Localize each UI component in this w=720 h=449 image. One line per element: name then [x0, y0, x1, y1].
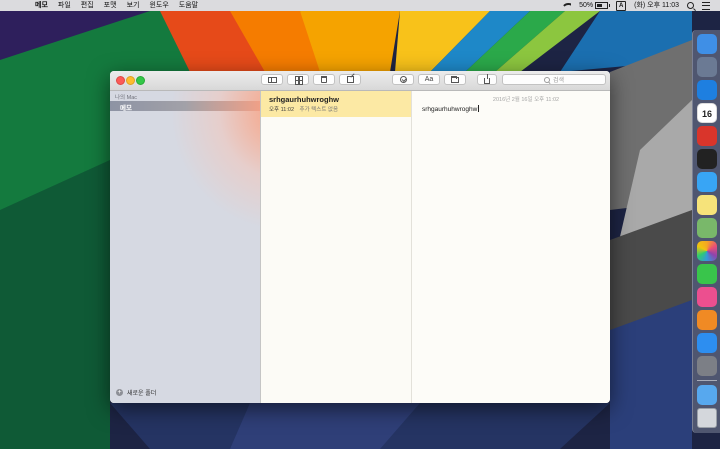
menu-window[interactable]: 윈도우 — [144, 0, 173, 11]
wifi-icon[interactable] — [558, 2, 575, 9]
dock-separator — [697, 380, 717, 381]
window-toolbar: Aa 검색 — [110, 71, 610, 91]
font-format-icon: Aa — [424, 76, 434, 83]
battery-percent: 50% — [579, 2, 594, 9]
share-button[interactable] — [477, 73, 497, 85]
sidebar-item-notes-folder[interactable]: 메모 — [110, 101, 260, 112]
menu-app-notes[interactable]: 메모 — [30, 0, 53, 11]
sidebar-item-label: 메모 — [120, 105, 132, 112]
dock-calendar-icon[interactable]: 16 — [697, 103, 717, 123]
dock-maps-icon[interactable] — [697, 218, 717, 238]
menu-edit[interactable]: 편집 — [76, 0, 99, 11]
toggle-sidebar-button[interactable] — [261, 74, 283, 85]
dock-app-store-icon[interactable] — [697, 333, 717, 353]
note-list: srhgaurhuhwroghw 오후 11:02 추가 텍스트 없음 — [261, 91, 412, 403]
text-caret — [477, 105, 479, 112]
delete-note-button[interactable] — [313, 74, 335, 85]
minimize-window-button[interactable] — [126, 76, 135, 85]
note-editor[interactable]: 2016년 2월 16일 오후 11:02 srhgaurhuhwroghw — [412, 91, 610, 403]
spotlight-search-icon[interactable] — [683, 2, 698, 9]
calendar-day-label: 16 — [701, 109, 712, 119]
dock-safari-icon[interactable] — [697, 80, 717, 100]
clock[interactable]: (화) 오후 11:03 — [630, 0, 683, 11]
note-body-text[interactable]: srhgaurhuhwroghw — [422, 105, 479, 113]
plus-icon: + — [116, 389, 123, 396]
dock: 16 — [692, 30, 720, 433]
notes-window: Aa 검색 나의 Mac 메모 + 새로운 폴더 srhgaurhuhwrogh… — [110, 71, 610, 403]
battery-status[interactable]: 50% — [575, 0, 612, 11]
dock-photo-booth-icon[interactable] — [697, 126, 717, 146]
list-item[interactable]: srhgaurhuhwroghw 오후 11:02 추가 텍스트 없음 — [261, 91, 411, 117]
battery-icon — [595, 2, 611, 9]
grid-icon — [294, 76, 303, 85]
dock-terminal-icon[interactable] — [697, 149, 717, 169]
note-time: 오후 11:02 — [269, 107, 295, 113]
menu-help[interactable]: 도움말 — [174, 0, 203, 11]
search-input[interactable]: 검색 — [502, 74, 606, 85]
note-title: srhgaurhuhwroghw — [269, 95, 339, 104]
zoom-window-button[interactable] — [136, 76, 145, 85]
notification-center-icon[interactable] — [698, 1, 714, 10]
dock-downloads-icon[interactable] — [697, 385, 717, 405]
menu-bar: 메모 파일 편집 포맷 보기 윈도우 도움말 50% A (화) 오후 11:0… — [0, 0, 720, 11]
compose-icon — [346, 76, 354, 83]
new-folder-label: 새로운 폴더 — [127, 391, 157, 397]
checklist-button[interactable] — [392, 74, 414, 85]
photo-attachment-icon — [451, 75, 459, 83]
dock-messages-icon[interactable] — [697, 172, 717, 192]
dock-trash-icon[interactable] — [697, 408, 717, 428]
new-note-button[interactable] — [339, 74, 361, 85]
menu-file[interactable]: 파일 — [53, 0, 76, 11]
dock-itunes-icon[interactable] — [697, 287, 717, 307]
new-folder-button[interactable]: + 새로운 폴더 — [116, 388, 156, 397]
dock-finder-icon[interactable] — [697, 34, 717, 54]
dock-photos-icon[interactable] — [697, 241, 717, 261]
format-button[interactable]: Aa — [418, 74, 440, 85]
search-icon — [543, 76, 550, 83]
note-date: 2016년 2월 16일 오후 11:02 — [492, 97, 560, 103]
search-placeholder: 검색 — [552, 78, 565, 84]
dock-notes-icon[interactable] — [697, 195, 717, 215]
attachments-browser-button[interactable] — [287, 74, 309, 85]
menu-view[interactable]: 보기 — [122, 0, 145, 11]
menu-format[interactable]: 포맷 — [99, 0, 122, 11]
checklist-icon — [399, 76, 407, 83]
dock-system-preferences-icon[interactable] — [697, 356, 717, 376]
folders-sidebar: 나의 Mac 메모 + 새로운 폴더 — [110, 91, 261, 403]
add-attachment-button[interactable] — [444, 74, 466, 85]
share-icon — [484, 73, 490, 84]
dock-ibooks-icon[interactable] — [697, 310, 717, 330]
close-window-button[interactable] — [116, 76, 125, 85]
trash-icon — [321, 76, 327, 83]
note-meta: 오후 11:02 추가 텍스트 없음 — [269, 105, 338, 113]
dock-facetime-icon[interactable] — [697, 264, 717, 284]
note-preview: 추가 텍스트 없음 — [299, 107, 339, 113]
input-source-icon[interactable]: A — [612, 0, 630, 11]
dock-launchpad-icon[interactable] — [697, 57, 717, 77]
sidebar-section-header: 나의 Mac — [115, 95, 138, 101]
sidebar-icon — [267, 76, 277, 83]
